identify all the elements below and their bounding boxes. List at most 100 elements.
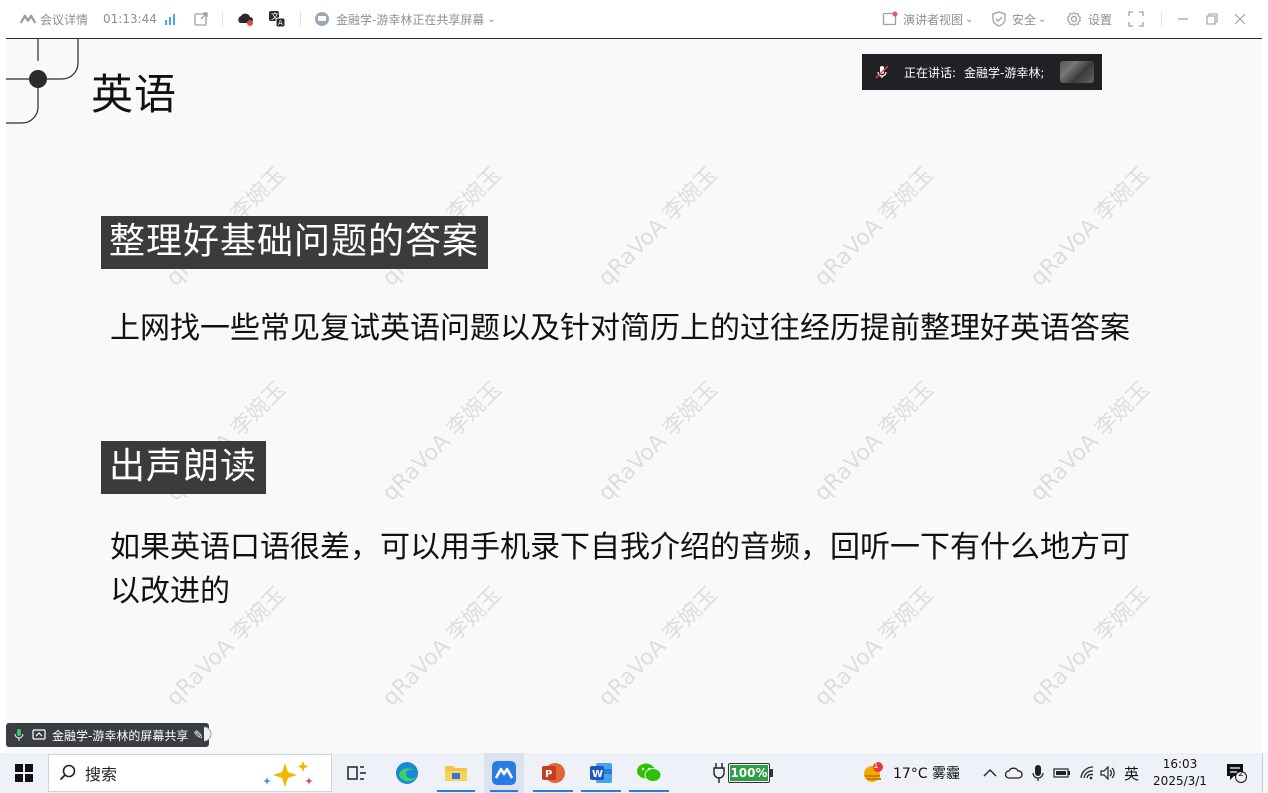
battery-tray-icon[interactable]	[1053, 753, 1071, 793]
watermark-text: qRaVoA 李婉玉	[593, 582, 723, 712]
powerpoint-icon[interactable]: P	[533, 753, 573, 793]
active-indicator	[437, 790, 475, 792]
watermark-text: qRaVoA 李婉玉	[593, 162, 723, 292]
screen-share-tag[interactable]: 金融学-游幸林的屏幕共享 ✎	[6, 723, 210, 747]
tencent-meeting-taskbar-icon[interactable]	[484, 753, 524, 793]
share-status-label: 金融学-游幸林正在共享屏幕	[336, 12, 485, 27]
section-body-line: 以改进的	[110, 574, 230, 609]
close-icon[interactable]	[1234, 0, 1246, 38]
screen-share-status-dropdown[interactable]: 金融学-游幸林正在共享屏幕 ⌄	[314, 0, 496, 38]
windows-logo-icon	[15, 764, 33, 782]
presenter-view-label: 演讲者视图	[903, 12, 964, 27]
active-indicator	[490, 790, 518, 792]
svg-text:W: W	[592, 769, 603, 780]
search-label: 搜索	[85, 765, 118, 784]
minimize-icon[interactable]	[1177, 0, 1189, 38]
speaker-name: 金融学-游幸林;	[964, 65, 1045, 80]
search-icon	[59, 764, 76, 781]
restore-icon[interactable]	[1206, 0, 1218, 38]
toolbar-divider	[222, 12, 223, 26]
slide-title: 英语	[91, 70, 178, 119]
chevron-down-icon: ⌄	[487, 13, 496, 25]
weather-alert-badge: 1	[873, 761, 879, 771]
battery-terminal	[770, 769, 773, 777]
screen: { "topbar": { "meeting_info": "会议详情", "t…	[0, 0, 1268, 793]
gear-icon	[1066, 11, 1082, 27]
watermark-text: qRaVoA 李婉玉	[1025, 162, 1155, 292]
tencent-meeting-logo-icon	[20, 14, 36, 24]
meeting-info-label: 会议详情	[40, 12, 89, 27]
input-method-indicator[interactable]: 英	[1124, 753, 1139, 793]
section-body: 上网找一些常见复试英语问题以及针对简历上的过往经历提前整理好英语答案	[110, 311, 1130, 346]
cloud-record-icon[interactable]	[236, 0, 254, 38]
notification-center-icon[interactable]: 2	[1226, 753, 1248, 793]
power-plug-icon	[710, 753, 728, 793]
speaker-avatar-blur	[1060, 61, 1095, 83]
start-button[interactable]	[8, 753, 40, 793]
show-hidden-icons-chevron-icon[interactable]	[983, 753, 997, 793]
taskbar-search-box[interactable]: 搜索	[48, 754, 332, 792]
section-heading: 整理好基础问题的答案	[101, 216, 489, 269]
clock-time: 16:03	[1162, 757, 1198, 771]
security-dropdown[interactable]: 安全 ⌄	[991, 0, 1046, 38]
wifi-icon[interactable]	[1079, 753, 1095, 793]
annotation-toggle-icon[interactable]	[203, 726, 217, 742]
settings-label: 设置	[1088, 12, 1113, 27]
system-clock[interactable]: 16:03 2025/3/1	[1148, 756, 1212, 790]
toolbar-divider	[1161, 12, 1162, 26]
active-speaker-indicator: 正在讲话: 金融学-游幸林;	[862, 54, 1102, 90]
notification-count: 2	[1238, 769, 1244, 779]
toolbar-divider	[300, 12, 301, 26]
popout-icon[interactable]	[193, 0, 209, 38]
weather-label: 17°C 雾霾	[893, 766, 961, 782]
word-icon[interactable]: W	[581, 753, 621, 793]
watermark-text: qRaVoA 李婉玉	[809, 582, 939, 712]
section-body-line: 如果英语口语很差，可以用手机录下自我介绍的音频，回听一下有什么地方可	[110, 530, 1130, 565]
speaking-label: 正在讲话:	[904, 65, 957, 80]
fullscreen-icon[interactable]	[1128, 0, 1144, 38]
wechat-icon[interactable]	[629, 753, 669, 793]
onedrive-cloud-icon[interactable]	[1005, 753, 1023, 793]
show-desktop-button[interactable]	[1262, 753, 1268, 793]
meeting-timer: 01:13:44	[103, 12, 157, 26]
muted-mic-icon	[875, 65, 889, 79]
svg-text:A: A	[278, 19, 283, 27]
battery-percent: 100%	[730, 766, 768, 780]
active-indicator	[533, 790, 573, 792]
slide-corner-decoration	[6, 39, 79, 124]
edge-browser-icon[interactable]	[389, 753, 425, 793]
search-highlight-sparkle-icon	[263, 761, 313, 787]
svg-text:P: P	[545, 769, 552, 780]
watermark-text: qRaVoA 李婉玉	[377, 582, 507, 712]
weather-widget[interactable]: 1 17°C 雾霾	[861, 753, 960, 793]
screen-share-icon	[315, 12, 329, 26]
shield-icon	[992, 11, 1006, 27]
microphone-icon[interactable]	[1032, 753, 1044, 793]
signal-strength-icon[interactable]	[164, 0, 178, 38]
file-explorer-icon[interactable]	[437, 753, 475, 793]
watermark-text: qRaVoA 李婉玉	[809, 377, 939, 507]
presenter-view-icon	[882, 11, 898, 26]
mic-icon	[14, 729, 24, 741]
taskbar: 搜索 P W 100% 1 17°C 雾霾 英 16:03 2025/3/1 2	[0, 753, 1268, 793]
watermark-text: qRaVoA 李婉玉	[593, 377, 723, 507]
pencil-icon[interactable]: ✎	[193, 728, 203, 742]
meeting-toolbar: 会议详情 01:13:44 文A 金融学-游幸林正在共享屏幕 ⌄ 演讲者视图 ⌄…	[0, 0, 1268, 38]
shared-screen-slide: 英语 qRaVoA 李婉玉 qRaVoA 李婉玉 qRaVoA 李婉玉 qRaV…	[6, 39, 1262, 753]
battery-indicator[interactable]: 100%	[728, 763, 770, 783]
active-indicator	[581, 790, 621, 792]
screen-share-icon	[32, 729, 46, 740]
watermark-text: qRaVoA 李婉玉	[1025, 582, 1155, 712]
watermark-text: qRaVoA 李婉玉	[809, 162, 939, 292]
meeting-info-button[interactable]: 会议详情	[20, 0, 88, 38]
clock-date: 2025/3/1	[1153, 774, 1207, 788]
translate-icon[interactable]: 文A	[268, 0, 286, 38]
volume-icon[interactable]	[1100, 753, 1116, 793]
section-heading: 出声朗读	[101, 441, 267, 494]
task-view-icon[interactable]	[340, 753, 374, 793]
watermark-text: qRaVoA 李婉玉	[377, 377, 507, 507]
screen-share-tag-label: 金融学-游幸林的屏幕共享	[52, 728, 189, 743]
security-label: 安全	[1012, 12, 1037, 27]
presenter-view-dropdown[interactable]: 演讲者视图 ⌄	[882, 0, 973, 38]
settings-button[interactable]: 设置	[1066, 0, 1112, 38]
